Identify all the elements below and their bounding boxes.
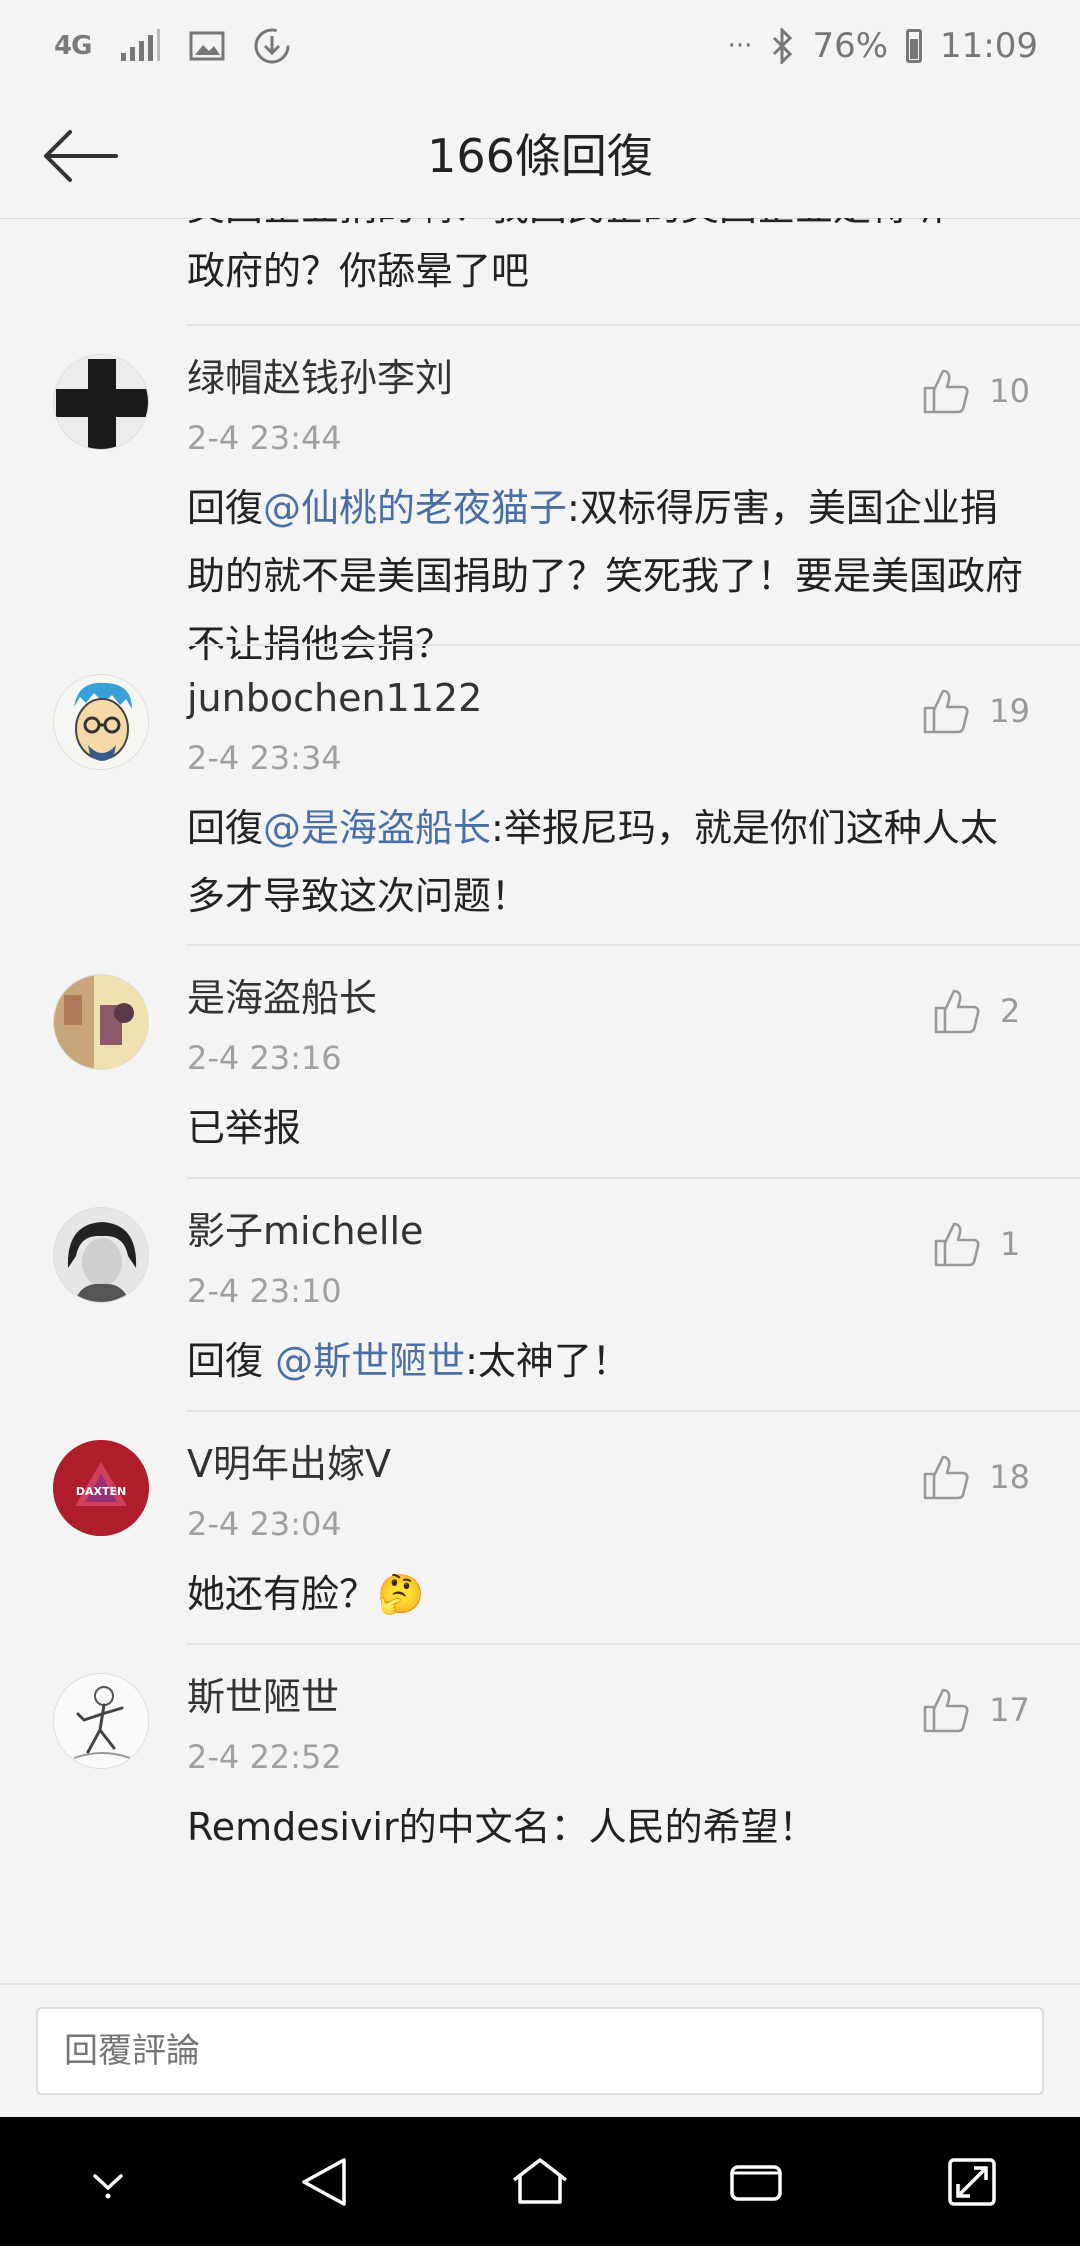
nav-screen-rotate-button[interactable] [927,2137,1017,2227]
avatar[interactable] [53,974,149,1070]
nav-hide-keyboard-button[interactable] [63,2137,153,2227]
comment-body: 已举报 [187,1106,302,1150]
system-nav-bar [0,2117,1080,2246]
bluetooth-icon [770,28,794,64]
comment-body: 她还有脸？ [187,1572,378,1616]
like-count: 18 [989,1458,1030,1496]
reply-input[interactable] [36,2007,1044,2095]
avatar[interactable] [53,674,149,770]
like-button[interactable]: 2 [932,986,1030,1036]
comment-item[interactable]: 是海盗船长 2-4 23:16 已举报 2 [0,946,1080,1179]
mention-link[interactable]: @斯世陋世 [275,1339,465,1383]
like-button[interactable]: 17 [921,1685,1030,1735]
comment-item[interactable]: 绿帽赵钱孙李刘 2-4 23:44 回復@仙桃的老夜猫子:双标得厉害，美国企业捐… [0,326,1080,666]
comment-time: 2-4 23:44 [187,419,342,457]
avatar[interactable] [53,1673,149,1769]
status-right: ··· 76% 11:09 [728,26,1038,66]
thumbs-up-icon [923,689,969,734]
thumbs-up-icon [934,989,980,1034]
reply-prefix: 回復 [187,1339,276,1383]
like-count: 17 [989,1691,1030,1729]
thumbs-up-icon [923,369,969,414]
image-icon [189,30,225,62]
thumbs-up-icon [934,1222,980,1267]
nav-home-button[interactable] [495,2137,585,2227]
reply-bar [0,1983,1080,2119]
comment-list[interactable]: 美国企业捐的啊？我国民企的美国企业是得听 政府的？你舔晕了吧 绿帽赵钱孙李刘 2… [0,218,1080,1983]
reply-prefix: 回復 [187,806,264,850]
comment-text: 她还有脸？🤔 [187,1560,1030,1628]
like-count: 10 [989,372,1030,410]
like-count: 19 [989,692,1030,730]
like-button[interactable]: 10 [921,366,1030,416]
nav-recents-button[interactable] [711,2137,801,2227]
chevron-down-icon [93,2173,123,2198]
comment-text: 回復@是海盗船长:举报尼玛，就是你们这种人太多才导致这次问题！ [187,794,1030,930]
comment-text: Remdesivir的中文名：人民的希望！ [187,1793,1030,1861]
partial-comment-line-1: 美国企业捐的啊？我国民企的美国企业是得听 [187,218,947,240]
battery-percent: 76% [812,26,889,66]
comment-time: 2-4 23:10 [187,1272,342,1310]
comment-time: 2-4 23:34 [187,739,342,777]
like-count: 2 [1000,992,1021,1030]
comment-time: 2-4 22:52 [187,1738,342,1776]
clock: 11:09 [940,26,1038,66]
comment-item[interactable]: 斯世陋世 2-4 22:52 Remdesivir的中文名：人民的希望！ 17 [0,1645,1080,1878]
expand-icon [948,2157,996,2206]
battery-icon [906,29,923,63]
comment-item[interactable]: junbochen1122 2-4 23:34 回復@是海盗船长:举报尼玛，就是… [0,646,1080,946]
comment-item[interactable]: DAXTEN V明年出嫁V 2-4 23:04 她还有脸？🤔 18 [0,1412,1080,1645]
nav-back-button[interactable] [279,2137,369,2227]
avatar[interactable] [53,354,149,450]
like-button[interactable]: 18 [921,1452,1030,1502]
header: 166條回復 [0,92,1080,219]
comment-time: 2-4 23:04 [187,1505,342,1543]
more-dots-icon: ··· [727,31,753,61]
signal-icon [119,29,161,63]
comment-time: 2-4 23:16 [187,1039,342,1077]
download-icon [253,27,291,65]
comment-body: Remdesivir的中文名：人民的希望！ [187,1805,817,1849]
status-bar: 4G ··· 76% 11:09 [0,0,1080,92]
comment-text: 回復 @斯世陋世:太神了！ [187,1327,1030,1395]
page-title: 166條回復 [427,129,653,183]
thinking-emoji: 🤔 [377,1572,425,1616]
comment-body: :太神了！ [465,1339,630,1383]
reply-prefix: 回復 [187,486,264,530]
partial-comment: 美国企业捐的啊？我国民企的美国企业是得听 政府的？你舔晕了吧 [187,218,1080,326]
avatar[interactable]: DAXTEN [53,1440,149,1536]
thumbs-up-icon [923,1455,969,1500]
comment-item[interactable]: 影子michelle 2-4 23:10 回復 @斯世陋世:太神了！ 1 [0,1179,1080,1412]
avatar-label: DAXTEN [76,1485,126,1498]
status-left: 4G [54,27,291,65]
network-type-icon: 4G [54,31,92,61]
like-count: 1 [1000,1225,1021,1263]
triangle-back-icon [302,2157,346,2206]
partial-comment-line-2: 政府的？你舔晕了吧 [187,249,530,293]
recents-icon [730,2164,782,2201]
mention-link[interactable]: @是海盗船长 [263,806,491,850]
comment-text: 已举报 [187,1094,1030,1162]
like-button[interactable]: 19 [921,686,1030,736]
mention-link[interactable]: @仙桃的老夜猫子 [263,486,567,530]
thumbs-up-icon [923,1688,969,1733]
like-button[interactable]: 1 [932,1219,1030,1269]
avatar[interactable] [53,1207,149,1303]
home-icon [512,2157,568,2204]
